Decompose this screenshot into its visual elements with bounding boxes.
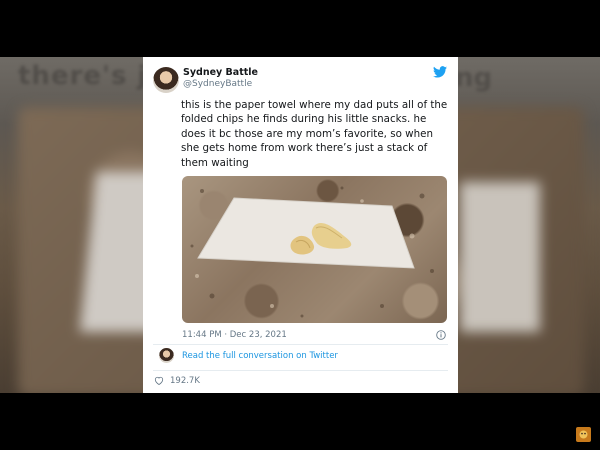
twitter-bird-icon[interactable] [433, 66, 447, 78]
tweet-text: this is the paper towel where my dad put… [181, 99, 448, 169]
conversation-avatar [159, 348, 174, 363]
avatar[interactable] [153, 67, 179, 93]
info-icon[interactable] [436, 330, 446, 340]
letterbox-bottom [0, 393, 600, 450]
backdrop-headline-left: there's j [18, 61, 148, 91]
heart-icon[interactable] [154, 376, 164, 385]
read-conversation-link[interactable]: Read the full conversation on Twitter [182, 351, 338, 361]
display-name[interactable]: Sydney Battle [183, 67, 258, 78]
backdrop-headline-right: ng [455, 63, 493, 93]
channel-logo-icon[interactable] [576, 427, 591, 442]
user-handle[interactable]: @SydneyBattle [183, 79, 252, 89]
like-count[interactable]: 192.7K [170, 376, 200, 386]
divider [153, 370, 448, 371]
letterbox-top [0, 0, 600, 57]
tweet-card[interactable]: Sydney Battle @SydneyBattle this is the … [143, 57, 458, 393]
tweet-timestamp[interactable]: 11:44 PM · Dec 23, 2021 [182, 330, 287, 340]
divider [153, 344, 448, 345]
tweet-photo[interactable] [182, 176, 447, 323]
